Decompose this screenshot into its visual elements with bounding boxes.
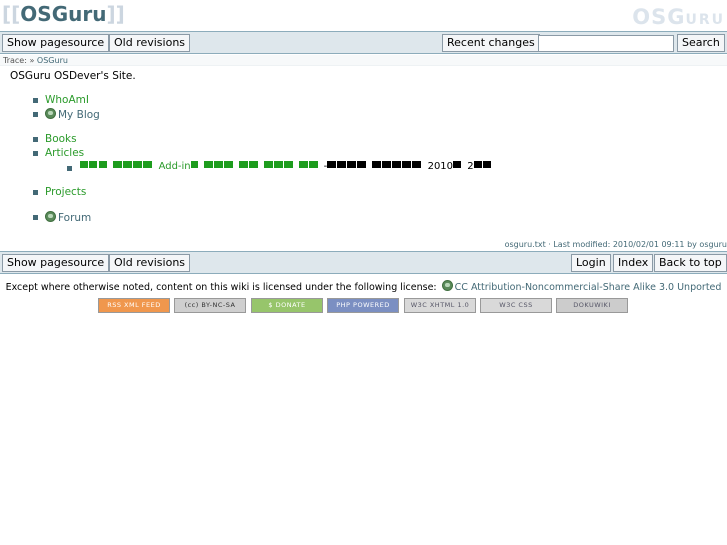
search-input[interactable] bbox=[538, 35, 674, 52]
site-logo: OSGURU bbox=[632, 5, 725, 29]
search-button[interactable]: Search bbox=[677, 34, 725, 52]
php-powered-badge[interactable]: PHP POWERED bbox=[327, 298, 399, 313]
page-info: osguru.txt · Last modified: 2010/02/01 0… bbox=[504, 240, 727, 249]
old-revisions-button-bottom[interactable]: Old revisions bbox=[109, 254, 191, 272]
list-bullet bbox=[33, 151, 38, 156]
breadcrumb: Trace: » OSGuru bbox=[0, 55, 727, 66]
show-pagesource-button-bottom[interactable]: Show pagesource bbox=[2, 254, 110, 272]
license-text: Except where otherwise noted, content on… bbox=[5, 282, 437, 293]
css-badge[interactable]: W3C CSS bbox=[480, 298, 552, 313]
recent-changes-button[interactable]: Recent changes bbox=[442, 34, 540, 52]
show-pagesource-button[interactable]: Show pagesource bbox=[2, 34, 110, 52]
license-link[interactable]: CC Attribution-Noncommercial-Share Alike… bbox=[455, 282, 722, 293]
cc-license-badge[interactable]: (cc) BY-NC-SA bbox=[174, 298, 246, 313]
list-bullet bbox=[33, 98, 38, 103]
back-to-top-button[interactable]: Back to top bbox=[654, 254, 727, 272]
intro-text: OSGuru OSDever's Site. bbox=[10, 70, 136, 82]
link-books[interactable]: Books bbox=[45, 133, 77, 145]
top-toolbar: Show pagesource Old revisions Recent cha… bbox=[0, 31, 727, 54]
list-bullet bbox=[33, 215, 38, 220]
globe-icon bbox=[441, 280, 453, 291]
globe-icon bbox=[45, 108, 56, 119]
list-bullet bbox=[67, 166, 72, 171]
link-articles[interactable]: Articles bbox=[45, 147, 84, 159]
license-notice: Except where otherwise noted, content on… bbox=[0, 280, 727, 293]
breadcrumb-label: Trace: bbox=[3, 56, 27, 65]
page-header: [[OSGuru]] OSGURU bbox=[0, 0, 727, 30]
link-my-blog[interactable]: My Blog bbox=[58, 109, 100, 121]
link-projects[interactable]: Projects bbox=[45, 186, 86, 198]
page-content: OSGuru OSDever's Site. WhoAmI My Blog Bo… bbox=[0, 66, 727, 251]
link-forum[interactable]: Forum bbox=[58, 212, 91, 224]
link-article-addin[interactable]: Add-in bbox=[80, 161, 322, 172]
site-title[interactable]: [[OSGuru]] bbox=[2, 2, 125, 26]
list-bullet bbox=[33, 137, 38, 142]
site-title-text[interactable]: OSGuru bbox=[20, 2, 106, 26]
old-revisions-button[interactable]: Old revisions bbox=[109, 34, 191, 52]
list-item-my-blog: My Blog bbox=[45, 108, 100, 121]
donate-badge[interactable]: $ DONATE bbox=[251, 298, 323, 313]
xhtml-badge[interactable]: W3C XHTML 1.0 bbox=[404, 298, 476, 313]
globe-icon bbox=[45, 211, 56, 222]
bottom-toolbar: Show pagesource Old revisions Login Inde… bbox=[0, 251, 727, 274]
rss-feed-badge[interactable]: RSS XML FEED bbox=[98, 298, 170, 313]
logo-small-text: URU bbox=[685, 12, 725, 28]
login-button[interactable]: Login bbox=[571, 254, 611, 272]
list-bullet bbox=[33, 190, 38, 195]
logo-big-text: OSG bbox=[632, 5, 686, 29]
list-item-article: Add-in - 2010 2 bbox=[80, 161, 491, 172]
list-item-forum: Forum bbox=[45, 211, 91, 224]
breadcrumb-item-osguru[interactable]: OSGuru bbox=[37, 56, 68, 65]
title-bracket-open: [[ bbox=[2, 2, 21, 26]
list-bullet bbox=[33, 112, 38, 117]
breadcrumb-separator: » bbox=[29, 56, 35, 65]
article-year: 2010 bbox=[427, 161, 454, 172]
article-link-text: Add-in bbox=[158, 161, 191, 172]
link-whoami[interactable]: WhoAmI bbox=[45, 94, 89, 106]
title-bracket-close: ]] bbox=[106, 2, 125, 26]
index-button[interactable]: Index bbox=[613, 254, 654, 272]
dokuwiki-badge[interactable]: DOKUWIKI bbox=[556, 298, 628, 313]
